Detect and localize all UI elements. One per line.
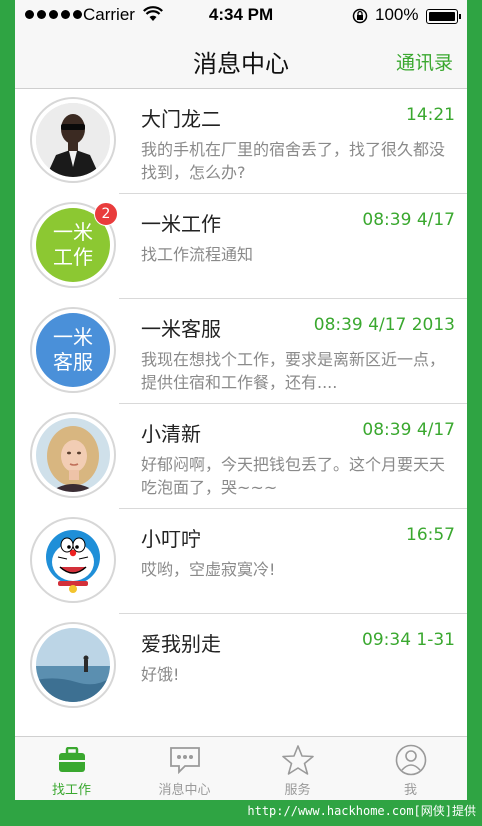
message-preview: 哎哟，空虚寂寞冷!: [141, 560, 276, 579]
contact-name: 小清新: [141, 422, 201, 446]
battery-icon: [426, 9, 461, 24]
tab-label: 服务: [284, 783, 311, 798]
message-preview: 我现在想找个工作，要求是离新区近一点，提供住宿和工作餐，还有....: [141, 350, 446, 392]
message-time: 14:21: [406, 105, 455, 125]
contact-name: 一米客服: [141, 317, 221, 341]
doraemon-icon: [36, 523, 110, 597]
list-item[interactable]: 一米 客服 一米客服 08:39 4/17 2013 我现在想找个工作，要求是离新…: [30, 299, 467, 404]
rotation-lock-icon: [352, 8, 368, 29]
avatar: [30, 622, 116, 708]
avatar: [30, 517, 116, 603]
user-icon: [354, 743, 467, 777]
avatar: [30, 97, 116, 183]
tab-me[interactable]: 我: [354, 737, 467, 800]
avatar-text: 一米 客服: [53, 325, 93, 374]
contact-name: 爱我别走: [141, 632, 221, 656]
photo-woman-icon: [36, 418, 110, 492]
unread-badge: 2: [94, 202, 118, 226]
avatar: 一米 工作 2: [30, 202, 118, 288]
contact-name: 一米工作: [141, 212, 221, 236]
message-preview: 我的手机在厂里的宿舍丢了，找了很久都没找到，怎么办?: [141, 140, 446, 182]
message-time: 08:39 4/17: [362, 420, 455, 440]
list-item[interactable]: 一米 工作 2 一米工作 08:39 4/17 找工作流程通知: [30, 194, 467, 299]
message-preview: 好郁闷啊，今天把钱包丢了。这个月要天天吃泡面了，哭~~~: [141, 455, 446, 497]
watermark: http://www.hackhome.com[网侠]提供: [247, 804, 476, 818]
tab-label: 消息中心: [158, 783, 211, 798]
tab-label: 找工作: [51, 783, 91, 798]
message-preview: 好饿!: [141, 665, 180, 684]
tab-bar: 找工作 消息中心 服务 我: [15, 736, 467, 800]
nav-bar: 消息中心 通讯录: [15, 32, 467, 89]
star-icon: [241, 743, 354, 777]
chat-bubble-icon: [128, 743, 241, 777]
list-item[interactable]: 爱我别走 09:34 1-31 好饿!: [30, 614, 467, 718]
avatar: [30, 412, 116, 498]
message-time: 16:57: [406, 525, 455, 545]
briefcase-icon: [15, 743, 128, 777]
message-list: 大门龙二 14:21 我的手机在厂里的宿舍丢了，找了很久都没找到，怎么办? 一米…: [15, 89, 467, 718]
tab-label: 我: [403, 783, 417, 798]
message-time: 08:39 4/17 2013: [313, 315, 455, 335]
list-item[interactable]: 小叮咛 16:57 哎哟，空虚寂寞冷!: [30, 509, 467, 614]
phone-screen: Carrier 4:34 PM 100% 消息中心 通讯录 大门龙二 14:21…: [15, 0, 467, 800]
tab-messages[interactable]: 消息中心: [128, 737, 241, 800]
message-time: 08:39 4/17: [362, 210, 455, 230]
tab-find-job[interactable]: 找工作: [15, 737, 128, 800]
contact-name: 大门龙二: [141, 107, 221, 131]
status-bar: Carrier 4:34 PM 100%: [15, 0, 467, 32]
contact-name: 小叮咛: [141, 527, 201, 551]
photo-beach-icon: [36, 628, 110, 702]
list-item[interactable]: 小清新 08:39 4/17 好郁闷啊，今天把钱包丢了。这个月要天天吃泡面了，哭…: [30, 404, 467, 509]
avatar: 一米 客服: [30, 307, 116, 393]
contacts-button[interactable]: 通讯录: [396, 48, 453, 75]
photo-man-icon: [36, 103, 110, 177]
message-time: 09:34 1-31: [362, 630, 455, 650]
tab-services[interactable]: 服务: [241, 737, 354, 800]
battery-percent: 100%: [375, 5, 419, 24]
avatar-text: 一米 工作: [53, 220, 93, 269]
list-item[interactable]: 大门龙二 14:21 我的手机在厂里的宿舍丢了，找了很久都没找到，怎么办?: [30, 89, 467, 194]
message-preview: 找工作流程通知: [141, 245, 254, 264]
